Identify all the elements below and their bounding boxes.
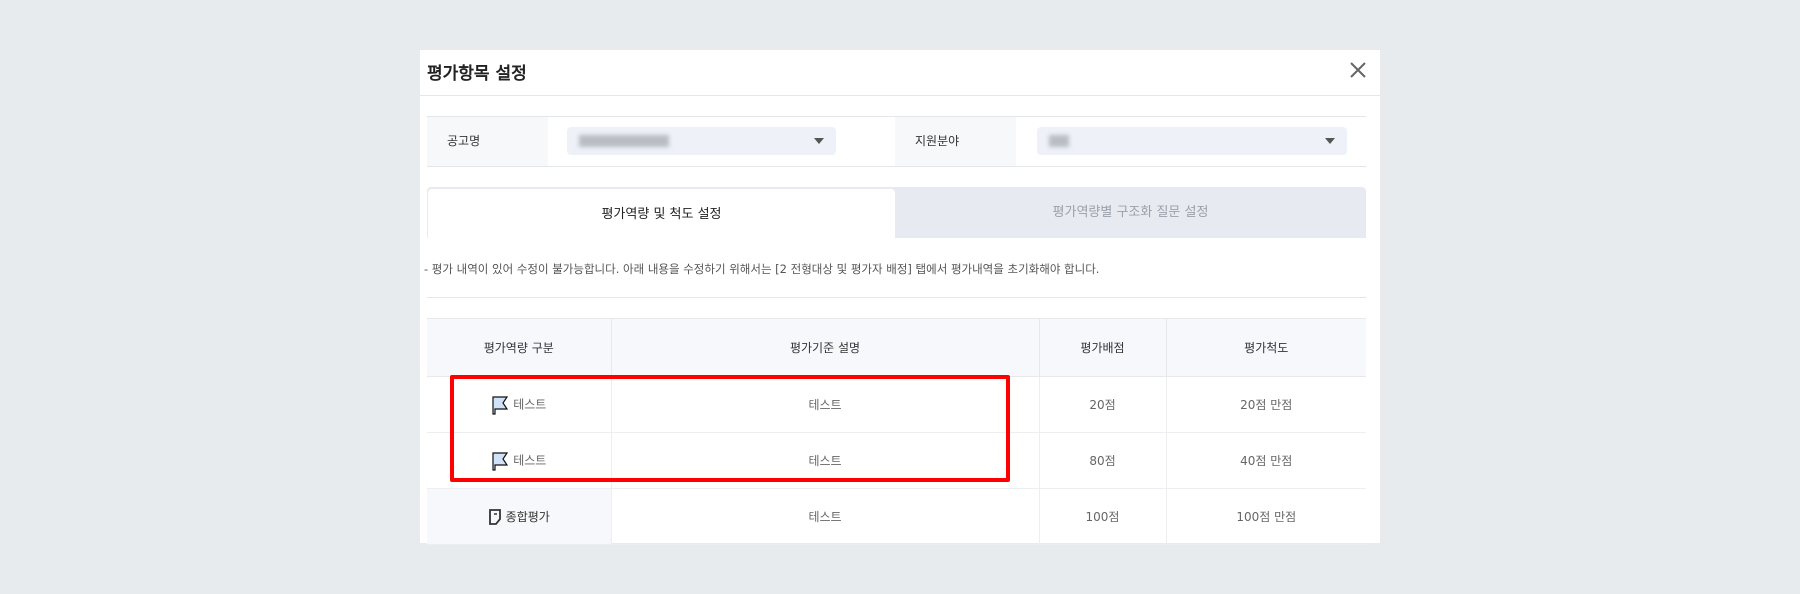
description-cell: 테스트 (611, 432, 1040, 489)
note-icon (488, 509, 501, 526)
category-cell: 테스트 (427, 376, 612, 433)
header-score: 평가배점 (1039, 318, 1167, 377)
posting-label: 공고명 (427, 117, 548, 166)
caret-down-icon (1325, 138, 1335, 144)
header-category: 평가역량 구분 (427, 318, 612, 377)
divider (427, 297, 1366, 298)
description-cell: 테스트 (611, 488, 1040, 545)
table-header-row: 평가역량 구분 평가기준 설명 평가배점 평가척도 (427, 318, 1366, 377)
blurred-value (1049, 135, 1069, 147)
table-row-total: 종합평가 테스트 100점 100점 만점 (427, 488, 1366, 545)
tab-competency-scale[interactable]: 평가역량 및 척도 설정 (428, 189, 895, 238)
score-cell: 80점 (1039, 432, 1167, 489)
tab-structured-questions[interactable]: 평가역량별 구조화 질문 설정 (895, 187, 1366, 238)
blurred-value (579, 135, 669, 147)
category-cell: 테스트 (427, 432, 612, 489)
scale-cell: 40점 만점 (1166, 432, 1366, 489)
table-row: 테스트 테스트 80점 40점 만점 (427, 432, 1366, 489)
flag-icon (492, 451, 509, 471)
scale-cell: 100점 만점 (1166, 488, 1366, 545)
score-cell: 100점 (1039, 488, 1167, 545)
field-select[interactable] (1037, 127, 1347, 155)
score-cell: 20점 (1039, 376, 1167, 433)
category-label: 테스트 (513, 397, 547, 411)
evaluation-table: 평가역량 구분 평가기준 설명 평가배점 평가척도 테스트 테스트 20점 20… (427, 318, 1366, 545)
description-cell: 테스트 (611, 376, 1040, 433)
field-label: 지원분야 (895, 117, 1016, 166)
notice-text: - 평가 내역이 있어 수정이 불가능합니다. 아래 내용을 수정하기 위해서는… (424, 262, 1100, 276)
header-description: 평가기준 설명 (611, 318, 1040, 377)
category-cell: 종합평가 (427, 488, 612, 545)
scale-cell: 20점 만점 (1166, 376, 1366, 433)
category-label: 테스트 (513, 453, 547, 467)
evaluation-settings-modal: 평가항목 설정 공고명 지원분야 평가역량 및 척도 설정 평가역량별 구조화 … (420, 50, 1380, 545)
flag-icon (492, 395, 509, 415)
header-scale: 평가척도 (1166, 318, 1366, 377)
tab-bar: 평가역량 및 척도 설정 평가역량별 구조화 질문 설정 (427, 187, 1366, 238)
category-label: 종합평가 (505, 509, 550, 524)
close-icon[interactable] (1346, 58, 1370, 82)
table-row: 테스트 테스트 20점 20점 만점 (427, 376, 1366, 433)
modal-header: 평가항목 설정 (420, 50, 1380, 96)
filter-row: 공고명 지원분야 (427, 116, 1366, 167)
modal-title: 평가항목 설정 (427, 64, 527, 84)
posting-select[interactable] (567, 127, 836, 155)
caret-down-icon (814, 138, 824, 144)
